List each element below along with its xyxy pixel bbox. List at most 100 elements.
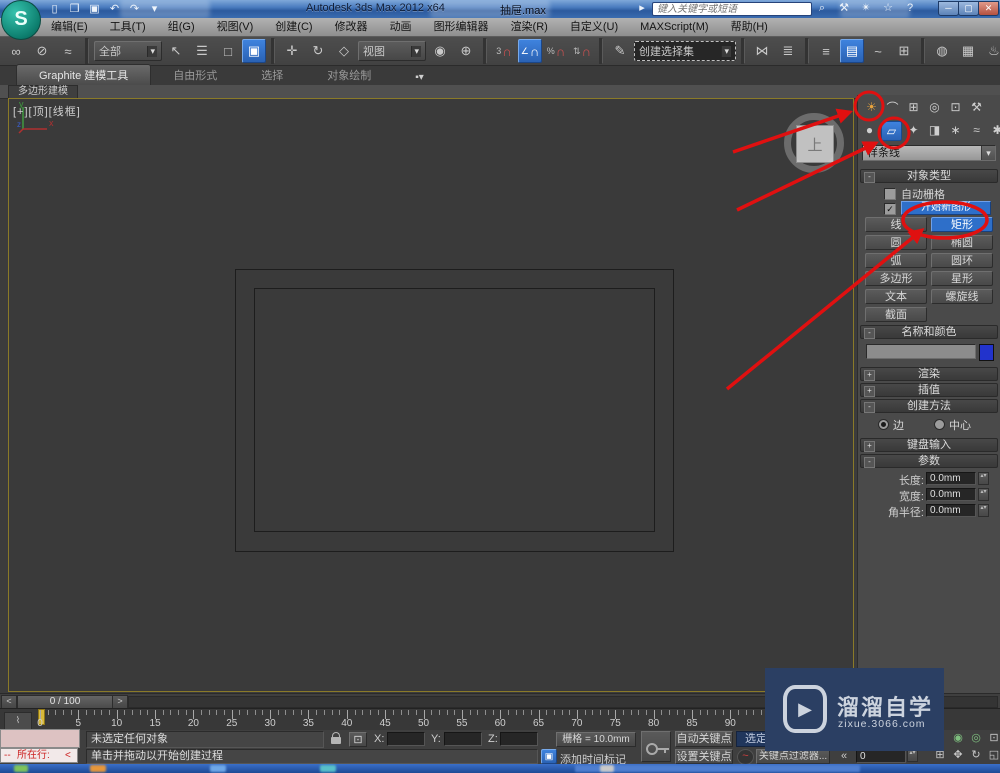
panel-tab-display[interactable]: ⊡ <box>946 98 965 116</box>
parameter-field[interactable]: 0.0mm <box>926 472 976 485</box>
viewport-top[interactable]: [+][顶][线框] 上 y x z <box>8 98 854 692</box>
parameter-field[interactable]: 0.0mm <box>926 504 976 517</box>
object-color-swatch[interactable] <box>979 344 994 361</box>
y-coordinate-field[interactable] <box>444 732 482 746</box>
absolute-mode-icon[interactable]: ⊡ <box>349 732 367 747</box>
select-by-name-icon[interactable]: ☰ <box>190 39 214 63</box>
start-new-shape-label[interactable]: 开始新图形 <box>901 201 991 215</box>
menu-item[interactable]: 视图(V) <box>206 18 265 36</box>
panel-tab-create[interactable]: ☀ <box>862 98 881 116</box>
render-setup-icon[interactable]: ◍ <box>930 39 954 63</box>
toolbar-separator[interactable] <box>483 38 487 64</box>
create-spacewarps-icon[interactable]: ≈ <box>967 121 986 139</box>
maximize-button[interactable]: ▢ <box>958 1 979 16</box>
spinner[interactable]: ▴▾ <box>978 504 989 517</box>
button-helix[interactable]: 螺旋线 <box>931 289 993 304</box>
open-file-icon[interactable]: ❒ <box>66 2 83 17</box>
toolbar-separator[interactable] <box>741 38 745 64</box>
shape-category-dropdown[interactable]: 样条线 <box>862 145 996 161</box>
z-coordinate-field[interactable] <box>500 732 538 746</box>
rollout-parameters[interactable]: -参数 <box>860 454 998 468</box>
edit-named-selection-sets-icon[interactable]: ✎ <box>608 39 632 63</box>
schematic-view-icon[interactable]: ⊞ <box>892 39 916 63</box>
creation-method-center[interactable]: 中心 <box>934 417 971 433</box>
close-button[interactable]: ✕ <box>978 1 999 16</box>
zoom-extents-icon[interactable]: ◉ <box>950 731 966 745</box>
viewport-label[interactable]: [+][顶][线框] <box>13 103 81 119</box>
select-and-link-icon[interactable]: ∞ <box>4 39 28 63</box>
rollout-object-type[interactable]: -对象类型 <box>860 169 998 183</box>
select-and-rotate-icon[interactable]: ↻ <box>306 39 330 63</box>
select-and-scale-icon[interactable]: ◇ <box>332 39 356 63</box>
center-radio[interactable] <box>934 419 945 430</box>
panel-tab-modify[interactable]: ⌒ <box>883 98 902 116</box>
button-section[interactable]: 截面 <box>865 307 927 322</box>
spinner[interactable]: ▴▾ <box>978 488 989 501</box>
rollout-interpolation[interactable]: +插值 <box>860 383 998 397</box>
percent-snap-icon[interactable]: % ∩ <box>544 39 568 63</box>
windows-taskbar[interactable] <box>0 764 1000 773</box>
edge-radio[interactable] <box>878 419 889 430</box>
menu-item[interactable]: 图形编辑器 <box>423 18 500 36</box>
mini-curve-editor-icon[interactable]: ⌇ <box>4 712 32 730</box>
create-geometry-icon[interactable]: ● <box>860 121 879 139</box>
button-line[interactable]: 线 <box>865 217 927 232</box>
zoom-extents-all-icon[interactable]: ◎ <box>968 731 984 745</box>
create-cameras-icon[interactable]: ◨ <box>925 121 944 139</box>
unlink-selection-icon[interactable]: ⊘ <box>30 39 54 63</box>
panel-tab-hierarchy[interactable]: ⊞ <box>904 98 923 116</box>
curve-editor-icon[interactable]: ~ <box>866 39 890 63</box>
auto-key-button[interactable]: 自动关键点 <box>675 731 733 747</box>
button-text[interactable]: 文本 <box>865 289 927 304</box>
create-lights-icon[interactable]: ✦ <box>904 121 923 139</box>
angle-snap-icon[interactable]: ∠ ∩ <box>518 39 542 63</box>
button-ngon[interactable]: 多边形 <box>865 271 927 286</box>
time-tag-icon[interactable]: ▣ <box>541 749 557 764</box>
button-rectangle[interactable]: 矩形 <box>931 217 993 232</box>
rollout-keyboard-entry[interactable]: +键盘输入 <box>860 438 998 452</box>
rendered-frame-window-icon[interactable]: ▦ <box>956 39 980 63</box>
menu-item[interactable]: MAXScript(M) <box>629 18 719 36</box>
toolbar-separator[interactable] <box>921 38 925 64</box>
search-expand-icon[interactable]: ▸ <box>632 1 652 16</box>
button-circle[interactable]: 圆 <box>865 235 927 250</box>
bind-to-space-warp-icon[interactable]: ≈ <box>56 39 80 63</box>
layer-manager-icon[interactable]: ≡ <box>814 39 838 63</box>
creation-method-edge[interactable]: 边 <box>878 417 904 433</box>
button-star[interactable]: 星形 <box>931 271 993 286</box>
pan-hand-icon[interactable]: ✥ <box>950 748 966 762</box>
autogrid-checkbox[interactable] <box>884 188 896 200</box>
favorites-star-icon[interactable]: ☆ <box>878 1 898 16</box>
create-shapes-icon[interactable]: ▱ <box>881 121 902 141</box>
ribbon-tab-object-paint[interactable]: 对象绘制 <box>305 65 393 85</box>
align-icon[interactable]: ≣ <box>776 39 800 63</box>
keyframe-mode-button[interactable] <box>641 731 671 762</box>
menu-item[interactable]: 渲染(R) <box>500 18 559 36</box>
select-and-move-icon[interactable]: ✛ <box>280 39 304 63</box>
undo-icon[interactable]: ↶ <box>106 2 123 17</box>
button-donut[interactable]: 圆环 <box>931 253 993 268</box>
mirror-icon[interactable]: ⋈ <box>750 39 774 63</box>
toolbar-separator[interactable] <box>85 38 89 64</box>
menu-item[interactable]: 自定义(U) <box>559 18 629 36</box>
settings-wrench-icon[interactable]: ⚒ <box>834 1 854 16</box>
search-input[interactable] <box>652 2 812 16</box>
toolbar-separator[interactable] <box>599 38 603 64</box>
ribbon-tab-freeform[interactable]: 自由形式 <box>151 65 239 85</box>
ribbon-minimize-icon[interactable]: ▪▾ <box>407 70 432 85</box>
named-selection-set-dropdown[interactable]: 创建选择集 <box>634 41 736 61</box>
create-helpers-icon[interactable]: ∗ <box>946 121 965 139</box>
selection-filter-dropdown[interactable]: 全部 <box>94 41 162 61</box>
save-file-icon[interactable]: ▣ <box>86 2 103 17</box>
rectangular-selection-region-icon[interactable]: □ <box>216 39 240 63</box>
button-ellipse[interactable]: 椭圆 <box>931 235 993 250</box>
parameter-field[interactable]: 0.0mm <box>926 488 976 501</box>
key-filters-button[interactable]: 关键点过滤器... <box>756 749 830 764</box>
panel-tab-motion[interactable]: ◎ <box>925 98 944 116</box>
ribbon-tab-graphite[interactable]: Graphite 建模工具 <box>16 64 151 85</box>
x-coordinate-field[interactable] <box>387 732 425 746</box>
selection-lock-icon[interactable] <box>331 737 341 744</box>
viewcube-top-face[interactable]: 上 <box>796 125 834 163</box>
panel-tab-utilities[interactable]: ⚒ <box>967 98 986 116</box>
search-icon[interactable]: ⌕ <box>812 1 832 16</box>
